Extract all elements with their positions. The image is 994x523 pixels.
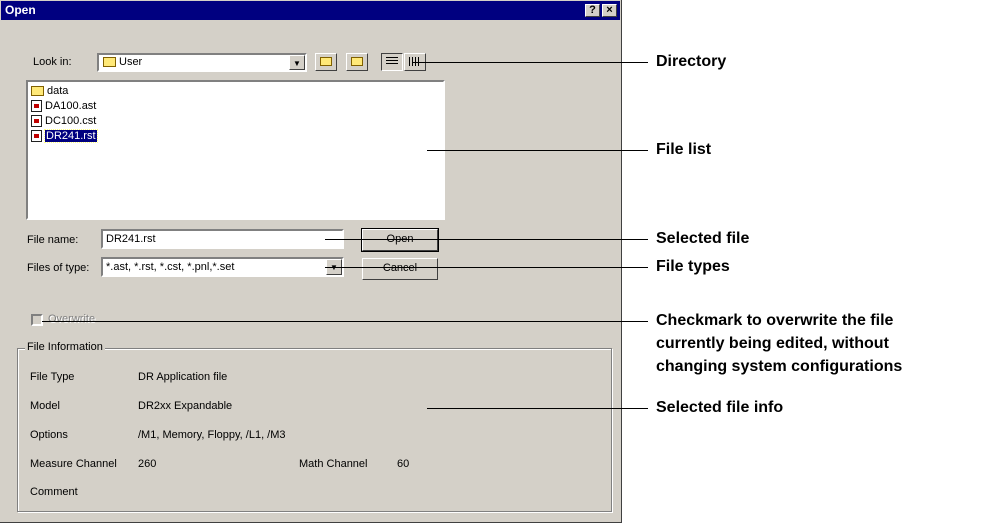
file-information-group xyxy=(17,348,612,512)
file-icon xyxy=(31,130,42,143)
folder-up-icon xyxy=(320,57,332,66)
model-value: DR2xx Expandable xyxy=(138,400,233,412)
file-type-value: DR Application file xyxy=(138,371,228,383)
callout-overwrite-line3: changing system configurations xyxy=(656,358,903,375)
files-of-type-value: *.ast, *.rst, *.cst, *.pnl,*.set xyxy=(106,261,235,273)
overwrite-checkbox[interactable] xyxy=(31,314,43,326)
callout-overwrite-line2: currently being edited, without xyxy=(656,335,889,352)
overwrite-label: Overwrite xyxy=(48,313,96,325)
open-dialog: Open ? × Look in: User ▼ data DA100.ast … xyxy=(0,0,622,523)
options-label: Options xyxy=(30,429,68,441)
file-info-leader-line xyxy=(427,408,648,409)
options-value: /M1, Memory, Floppy, /L1, /M3 xyxy=(138,429,286,441)
file-name-label: File name: xyxy=(27,234,79,246)
comment-label: Comment xyxy=(30,486,78,498)
list-item[interactable]: data xyxy=(31,84,68,98)
help-button[interactable]: ? xyxy=(585,4,600,17)
file-icon xyxy=(31,100,42,113)
file-name-input[interactable]: DR241.rst xyxy=(101,229,344,249)
file-icon xyxy=(31,115,42,128)
files-of-type-combo[interactable]: *.ast, *.rst, *.cst, *.pnl,*.set ▼ xyxy=(101,257,344,277)
overwrite-leader-line xyxy=(42,321,648,322)
callout-selected-file: Selected file xyxy=(656,230,750,247)
model-label: Model xyxy=(30,400,60,412)
callout-file-types: File types xyxy=(656,258,730,275)
selected-file-leader-line xyxy=(325,239,648,240)
cancel-button[interactable]: Cancel xyxy=(362,258,438,280)
file-name-value: DR241.rst xyxy=(106,233,156,245)
file-name-text: DR241.rst xyxy=(44,129,98,143)
file-name-text: data xyxy=(47,85,69,97)
look-in-label: Look in: xyxy=(33,56,72,68)
callout-file-list: File list xyxy=(656,141,712,158)
list-item-selected[interactable]: DR241.rst xyxy=(31,129,98,143)
file-information-title: File Information xyxy=(25,341,105,353)
file-name-text: DA100.ast xyxy=(45,100,97,112)
file-name-text: DC100.cst xyxy=(45,115,97,127)
folder-icon xyxy=(31,86,44,97)
folder-icon xyxy=(103,57,116,68)
callout-overwrite-line1: Checkmark to overwrite the file xyxy=(656,312,894,329)
file-list-leader-line xyxy=(427,150,648,151)
look-in-combo[interactable]: User ▼ xyxy=(97,53,307,72)
math-channel-label: Math Channel xyxy=(299,458,368,470)
measure-channel-value: 260 xyxy=(138,458,157,470)
math-channel-value: 60 xyxy=(397,458,410,470)
list-item[interactable]: DC100.cst xyxy=(31,114,96,128)
list-view-button[interactable] xyxy=(381,53,403,71)
list-view-icon xyxy=(386,57,398,66)
new-folder-icon xyxy=(351,57,363,66)
measure-channel-label: Measure Channel xyxy=(30,458,117,470)
directory-leader-line xyxy=(413,62,648,63)
up-one-level-button[interactable] xyxy=(315,53,337,71)
callout-directory: Directory xyxy=(656,53,727,70)
chevron-down-icon[interactable]: ▼ xyxy=(289,55,305,70)
file-type-label: File Type xyxy=(30,371,75,383)
title-bar[interactable]: Open ? × xyxy=(1,1,620,20)
dialog-title: Open xyxy=(5,3,36,17)
look-in-value: User xyxy=(119,56,143,68)
file-types-leader-line xyxy=(325,267,648,268)
callout-selected-file-info: Selected file info xyxy=(656,399,784,416)
files-of-type-label: Files of type: xyxy=(27,262,90,274)
create-new-folder-button[interactable] xyxy=(346,53,368,71)
list-item[interactable]: DA100.ast xyxy=(31,99,96,113)
close-button[interactable]: × xyxy=(602,4,617,17)
look-in-value-wrap: User xyxy=(103,56,142,68)
file-list[interactable]: data DA100.ast DC100.cst DR241.rst xyxy=(26,80,445,220)
open-button[interactable]: Open xyxy=(361,228,439,252)
